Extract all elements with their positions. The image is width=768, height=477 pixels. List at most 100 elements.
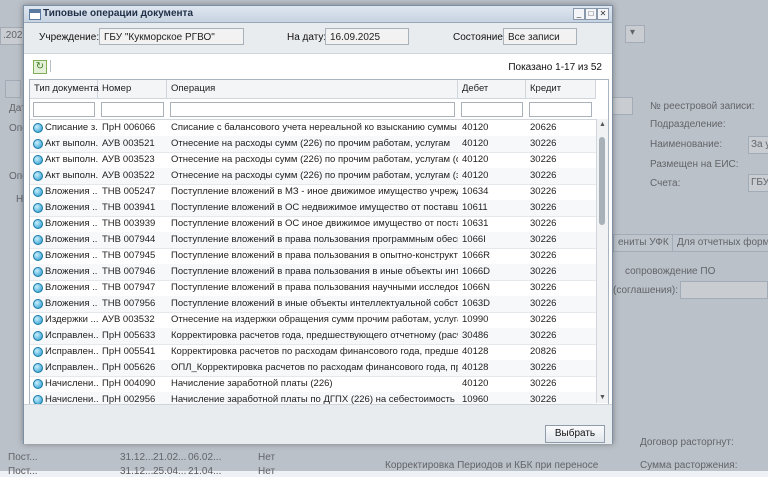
filter-debit-input[interactable] [461,102,523,117]
cell-operation: Корректировка расчетов по расходам финан… [171,346,458,357]
cell-number: ТНВ 007945 [102,250,156,261]
cell-debit: 40128 [462,362,489,373]
dialog-footer [24,404,612,444]
cell-operation: Поступление вложений в права пользования… [171,234,458,245]
cell-credit: 30226 [530,154,557,165]
cell-doc-type: Вложения ... [45,282,98,293]
state-field[interactable]: Все записи [503,28,577,45]
cell-debit: 1066N [462,282,490,293]
column-header-debit[interactable]: Дебет [458,80,526,98]
cell-number: ТНВ 007946 [102,266,156,277]
cell-number: ПрН 005633 [102,330,156,341]
column-header-number[interactable]: Номер [98,80,167,98]
cell-credit: 30226 [530,330,557,341]
column-header-doc-type[interactable]: Тип документа [30,80,99,98]
filter-operation-input[interactable] [170,102,455,117]
cell-doc-type: Начислени... [45,378,98,389]
table-row[interactable]: Вложения ... ТНВ 007945 Поступление вложен… [30,248,596,265]
filter-number-input[interactable] [101,102,164,117]
table-header: Тип документа Номер Операция Дебет Креди… [30,80,596,99]
filter-bar: Учреждение: ГБУ "Кукморское РГВО" На дат… [24,23,612,54]
table-row[interactable]: Акт выполн... АУВ 003521 Отнесение на расх… [30,136,596,153]
cell-operation: Поступление вложений в ОС недвижимое иму… [171,202,458,213]
table-row[interactable]: Исправлен... ПрН 005626 ОПЛ_Корректировка … [30,360,596,377]
cell-operation: Поступление вложений в права пользования… [171,250,458,261]
cell-number: ПрН 004090 [102,378,156,389]
cell-operation: Поступление вложений в права пользования… [171,266,458,277]
institution-label: Учреждение: [39,32,100,43]
cell-doc-type: Исправлен... [45,346,98,357]
cell-credit: 30226 [530,170,557,181]
cell-credit: 30226 [530,362,557,373]
cell-doc-type: Вложения ... [45,186,98,197]
table-row[interactable]: Вложения ... ТНВ 007956 Поступление вложен… [30,296,596,313]
cell-credit: 20826 [530,346,557,357]
toolbar-separator [50,60,51,72]
column-header-operation[interactable]: Операция [167,80,458,98]
table-row[interactable]: Издержки ... АУВ 003532 Отнесение на издер… [30,312,596,329]
maximize-button[interactable]: □ [585,8,597,20]
table-row[interactable]: Вложения ... ТНВ 003939 Поступление вложен… [30,216,596,233]
table-row[interactable]: Исправлен... ПрН 005633 Корректировка расч… [30,328,596,345]
cell-debit: 1066R [462,250,490,261]
close-button[interactable]: ✕ [597,8,609,20]
institution-field[interactable]: ГБУ "Кукморское РГВО" [99,28,244,45]
refresh-icon[interactable]: ↻ [33,60,47,74]
state-label: Состояние: [453,32,506,43]
cell-debit: 40120 [462,170,489,181]
cell-doc-type: Акт выполн... [45,138,98,149]
cell-number: АУВ 003521 [102,138,155,149]
cell-doc-type: Вложения ... [45,234,98,245]
vertical-scrollbar[interactable]: ▲ ▼ [596,119,608,403]
cell-debit: 40120 [462,138,489,149]
table-row[interactable]: Списание з... ПрН 006066 Списание с баланс… [30,120,596,137]
cell-credit: 20626 [530,122,557,133]
cell-debit: 10631 [462,218,489,229]
cell-operation: Поступление вложений в МЗ - иное движимо… [171,186,458,197]
minimize-button[interactable]: _ [573,8,585,20]
cell-number: ТНВ 005247 [102,186,156,197]
scrollbar-thumb[interactable] [599,137,605,225]
cell-doc-type: Вложения ... [45,218,98,229]
table-row[interactable]: Вложения ... ТНВ 007944 Поступление вложен… [30,232,596,249]
cell-doc-type: Вложения ... [45,202,98,213]
cell-debit: 40120 [462,122,489,133]
cell-doc-type: Вложения ... [45,266,98,277]
cell-credit: 30226 [530,138,557,149]
cell-doc-type: Вложения ... [45,250,98,261]
cell-operation: Отнесение на издержки обращения сумм про… [171,314,458,325]
scroll-up-icon[interactable]: ▲ [598,120,607,129]
cell-debit: 1066I [462,234,486,245]
cell-debit: 40120 [462,154,489,165]
table-row[interactable]: Вложения ... ТНВ 007946 Поступление вложен… [30,264,596,281]
cell-operation: Поступление вложений в иные объекты инте… [171,298,458,309]
date-label: На дату: [287,32,327,43]
filter-doc-type-input[interactable] [33,102,95,117]
cell-number: ТНВ 003939 [102,218,156,229]
cell-doc-type: Акт выполн... [45,170,98,181]
cell-number: ПрН 005541 [102,346,156,357]
date-field[interactable]: 16.09.2025 [325,28,409,45]
cell-credit: 30226 [530,314,557,325]
table-row[interactable]: Вложения ... ТНВ 005247 Поступление вложен… [30,184,596,201]
filter-credit-input[interactable] [529,102,592,117]
records-shown-text: Показано 1-17 из 52 [508,62,602,73]
cell-credit: 30226 [530,378,557,389]
select-button[interactable]: Выбрать [545,425,605,443]
dialog-titlebar[interactable]: Типовые операции документа _ □ ✕ [24,6,612,23]
cell-doc-type: Списание з... [45,122,98,133]
cell-debit: 40128 [462,346,489,357]
table-row[interactable]: Вложения ... ТНВ 003941 Поступление вложен… [30,200,596,217]
cell-operation: Корректировка расчетов года, предшествую… [171,330,458,341]
table-row[interactable]: Начислени... ПрН 004090 Начисление заработ… [30,376,596,393]
column-header-credit[interactable]: Кредит [526,80,596,98]
table-row[interactable]: Акт выполн... АУВ 003522 Отнесение на расх… [30,168,596,185]
table-row[interactable]: Исправлен... ПрН 005541 Корректировка расч… [30,344,596,361]
cell-debit: 10634 [462,186,489,197]
table-row[interactable]: Вложения ... ТНВ 007947 Поступление вложен… [30,280,596,297]
scroll-down-icon[interactable]: ▼ [598,393,607,402]
cell-doc-type: Исправлен... [45,330,98,341]
cell-debit: 10990 [462,314,489,325]
cell-doc-type: Акт выполн... [45,154,98,165]
table-row[interactable]: Акт выполн... АУВ 003523 Отнесение на расх… [30,152,596,169]
